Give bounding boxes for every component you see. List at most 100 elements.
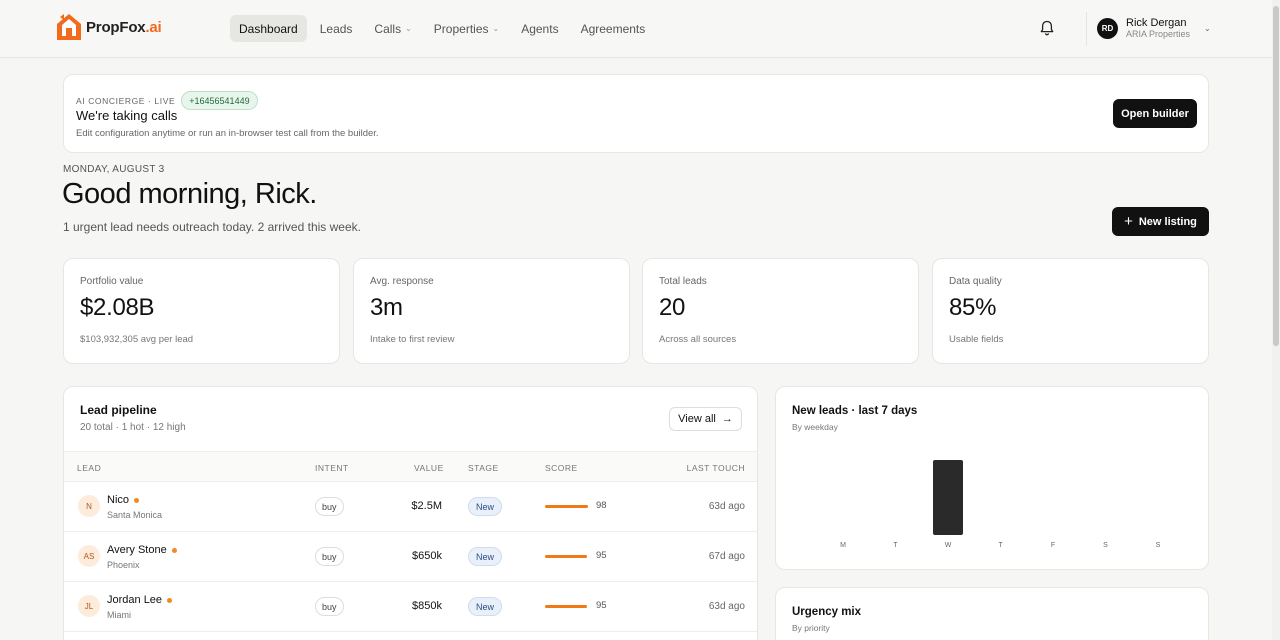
top-navigation-bar: PropFox.ai Dashboard Leads Calls ⌄ Proper… — [0, 0, 1272, 58]
button-label: Open builder — [1121, 107, 1189, 120]
column-header-value[interactable]: VALUE — [414, 463, 444, 473]
avatar: N — [78, 495, 100, 517]
lead-value: $650k — [412, 550, 442, 562]
table-row[interactable]: N Nico Santa Monica buy $2.5M New 98 63d… — [64, 482, 757, 532]
score-value: 98 — [596, 500, 607, 511]
x-tick-label: S — [1155, 542, 1161, 549]
avatar: AS — [78, 545, 100, 567]
stat-label: Portfolio value — [80, 276, 144, 287]
new-leads-chart-card: New leads · last 7 days By weekday M T W T F… — [775, 386, 1209, 570]
priority-dot-icon — [171, 547, 177, 553]
nav-dashboard[interactable]: Dashboard — [230, 15, 307, 42]
new-listing-button[interactable]: + New listing — [1112, 207, 1209, 236]
page-scrollbar-thumb[interactable] — [1273, 6, 1279, 346]
x-tick-label: T — [893, 542, 898, 549]
concierge-kicker: AI CONCIERGE · LIVE — [76, 95, 176, 106]
nav-leads[interactable]: Leads — [311, 15, 362, 42]
nav-calls[interactable]: Calls ⌄ — [365, 15, 420, 42]
score-bar — [545, 605, 587, 608]
table-row[interactable]: JL Jordan Lee Miami buy $850k New 95 63d… — [64, 582, 757, 632]
x-tick-label: S — [1103, 542, 1108, 549]
x-tick-label: T — [998, 542, 1003, 549]
logo[interactable]: PropFox.ai — [56, 13, 162, 41]
pipeline-title: Lead pipeline — [80, 403, 157, 417]
stat-value: 85% — [949, 294, 997, 321]
stat-label: Avg. response — [370, 276, 434, 287]
stat-value: 20 — [659, 294, 686, 321]
page-title: Good morning, Rick. — [62, 178, 317, 210]
intent-badge: buy — [315, 547, 344, 566]
lead-name-text: Jordan Lee — [107, 594, 163, 606]
last-touch: 63d ago — [708, 601, 745, 612]
stat-subtext: Intake to first review — [370, 334, 455, 345]
nav-agreements[interactable]: Agreements — [572, 15, 655, 42]
lead-value: $850k — [412, 600, 442, 612]
lead-location: Phoenix — [107, 560, 140, 570]
main-nav: Dashboard Leads Calls ⌄ Properties ⌄ Agent… — [230, 15, 654, 42]
card-title: Urgency mix — [792, 606, 862, 618]
lead-location: Miami — [107, 610, 131, 620]
stat-label: Total leads — [659, 276, 707, 287]
current-date: MONDAY, AUGUST 3 — [63, 164, 165, 175]
column-header-last-touch[interactable]: LAST TOUCH — [687, 463, 745, 473]
view-all-button[interactable]: View all → — [669, 407, 742, 431]
score-value: 95 — [596, 600, 607, 611]
stat-label: Data quality — [949, 276, 1002, 287]
score-bar — [545, 505, 588, 508]
chevron-down-icon: ⌄ — [405, 24, 412, 33]
x-tick-label: M — [840, 542, 846, 549]
pipeline-subtitle: 20 total · 1 hot · 12 high — [80, 422, 186, 433]
open-builder-button[interactable]: Open builder — [1113, 99, 1197, 128]
stat-card-avg-response: Avg. response 3m Intake to first review — [353, 258, 630, 364]
table-row[interactable]: AS Avery Stone Phoenix buy $650k New 95 … — [64, 532, 757, 582]
button-label: New listing — [1138, 215, 1197, 228]
user-menu[interactable]: RD Rick Dergan ARIA Properties ⌄ — [1097, 17, 1211, 40]
ai-concierge-card: AI CONCIERGE · LIVE +16456541449 We're t… — [63, 74, 1209, 153]
stage-badge: New — [468, 497, 503, 516]
stat-value: 3m — [370, 294, 403, 321]
fox-house-logo-icon — [57, 14, 81, 40]
chart-subtitle: By weekday — [792, 422, 838, 432]
lead-name: Avery Stone — [107, 544, 177, 556]
lead-location: Santa Monica — [107, 510, 163, 520]
table-header: LEAD INTENT VALUE STAGE SCORE LAST TOUCH — [64, 451, 757, 482]
score-value: 95 — [596, 550, 607, 561]
notification-bell-icon[interactable] — [1038, 19, 1056, 37]
column-header-lead[interactable]: LEAD — [77, 463, 101, 473]
nav-label: Agents — [521, 21, 559, 36]
user-org: ARIA Properties — [1126, 29, 1191, 39]
lead-pipeline-card: Lead pipeline 20 total · 1 hot · 12 high… — [63, 386, 758, 640]
concierge-title: We're taking calls — [76, 108, 178, 123]
priority-dot-icon — [134, 497, 140, 503]
stat-card-portfolio-value: Portfolio value $2.08B $103,932,305 avg … — [63, 258, 340, 364]
last-touch: 63d ago — [708, 501, 745, 512]
x-tick-label: F — [1050, 542, 1056, 549]
phone-number-badge: +16456541449 — [181, 91, 258, 110]
user-info: Rick Dergan ARIA Properties — [1126, 17, 1190, 40]
intent-badge: buy — [315, 597, 344, 616]
nav-properties[interactable]: Properties ⌄ — [425, 15, 508, 42]
x-tick-label: W — [944, 542, 952, 549]
chevron-down-icon: ⌄ — [1204, 24, 1211, 33]
nav-label: Dashboard — [239, 21, 298, 36]
lead-name: Nico — [107, 494, 140, 506]
user-name: Rick Dergan — [1126, 17, 1187, 29]
urgency-mix-card: Urgency mix By priority — [775, 587, 1209, 640]
column-header-stage[interactable]: STAGE — [468, 463, 499, 473]
intent-badge: buy — [315, 497, 344, 516]
nav-agents[interactable]: Agents — [512, 15, 567, 42]
nav-label: Properties — [433, 21, 489, 36]
chevron-down-icon: ⌄ — [492, 24, 500, 33]
stat-value: $2.08B — [80, 294, 155, 321]
column-header-intent[interactable]: INTENT — [315, 463, 349, 473]
avatar: RD — [1097, 18, 1118, 39]
stat-subtext: $103,932,305 avg per lead — [80, 334, 194, 345]
last-touch: 67d ago — [708, 551, 745, 562]
button-label: View all — [678, 413, 716, 425]
lead-name: Jordan Lee — [107, 594, 173, 606]
stat-card-total-leads: Total leads 20 Across all sources — [642, 258, 919, 364]
concierge-subtitle: Edit configuration anytime or run an in-… — [76, 128, 379, 139]
stat-card-data-quality: Data quality 85% Usable fields — [932, 258, 1209, 364]
stage-badge: New — [468, 597, 503, 616]
column-header-score[interactable]: SCORE — [545, 463, 578, 473]
